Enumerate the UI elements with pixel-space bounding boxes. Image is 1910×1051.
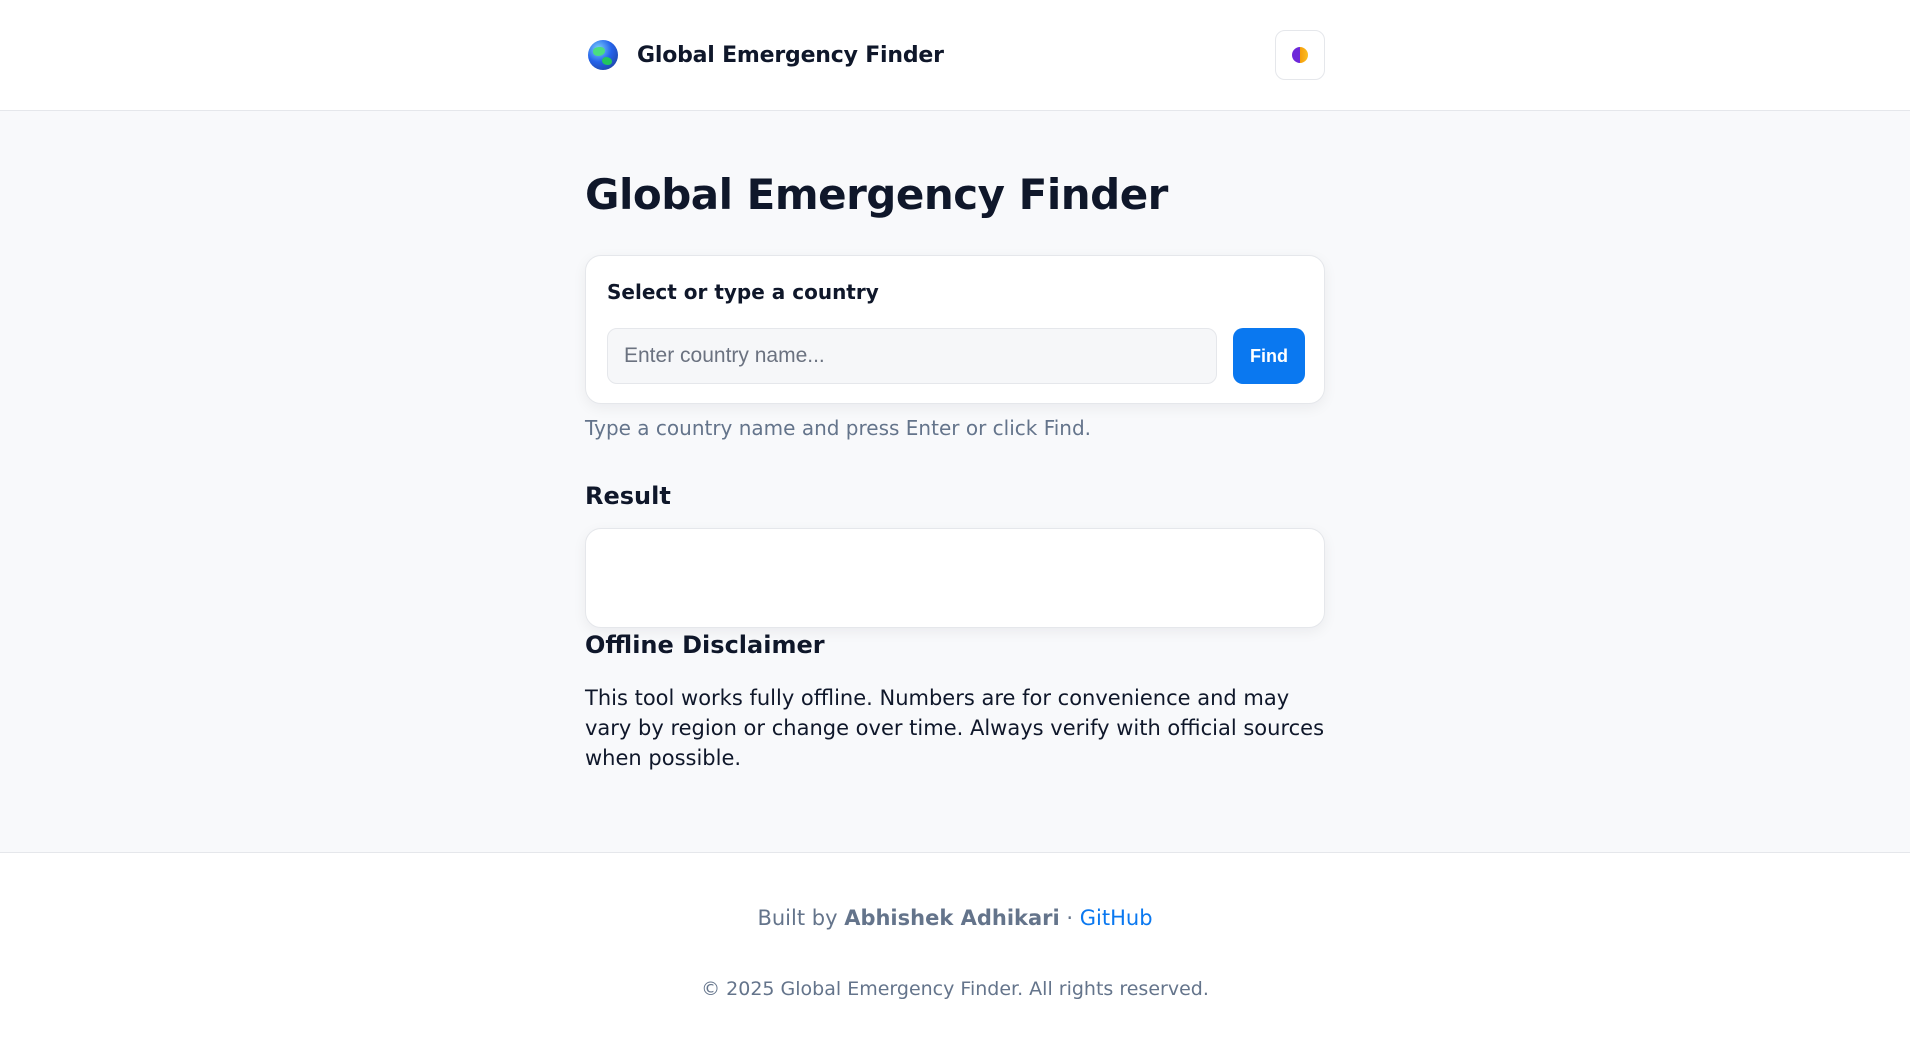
credit-separator: · (1059, 906, 1080, 930)
disclaimer-text: This tool works fully offline. Numbers a… (585, 686, 1325, 770)
theme-toggle-button[interactable] (1275, 30, 1325, 80)
github-link[interactable]: GitHub (1080, 906, 1153, 930)
built-by-prefix: Built by (757, 906, 845, 930)
copyright-text: © 2025 Global Emergency Finder. All righ… (701, 978, 1209, 1000)
country-search-input[interactable] (607, 328, 1217, 384)
search-hint: Type a country name and press Enter or c… (585, 416, 1092, 440)
page-title: Global Emergency Finder (585, 170, 1168, 219)
search-card: Select or type a country Find (585, 255, 1325, 404)
search-label: Select or type a country (607, 280, 879, 304)
footer-credit: Built by Abhishek Adhikari · GitHub (0, 906, 1910, 930)
disclaimer-heading: Offline Disclaimer (585, 631, 825, 659)
find-button[interactable]: Find (1233, 328, 1305, 384)
globe-icon (588, 40, 618, 70)
result-card (585, 528, 1325, 628)
brand-title: Global Emergency Finder (637, 42, 944, 68)
author-name: Abhishek Adhikari (844, 906, 1060, 930)
brand[interactable]: Global Emergency Finder (588, 38, 944, 72)
top-navbar: Global Emergency Finder (0, 0, 1910, 111)
footer: Built by Abhishek Adhikari · GitHub © 20… (0, 852, 1910, 1051)
half-moon-icon (1292, 47, 1308, 63)
result-heading: Result (585, 482, 671, 510)
